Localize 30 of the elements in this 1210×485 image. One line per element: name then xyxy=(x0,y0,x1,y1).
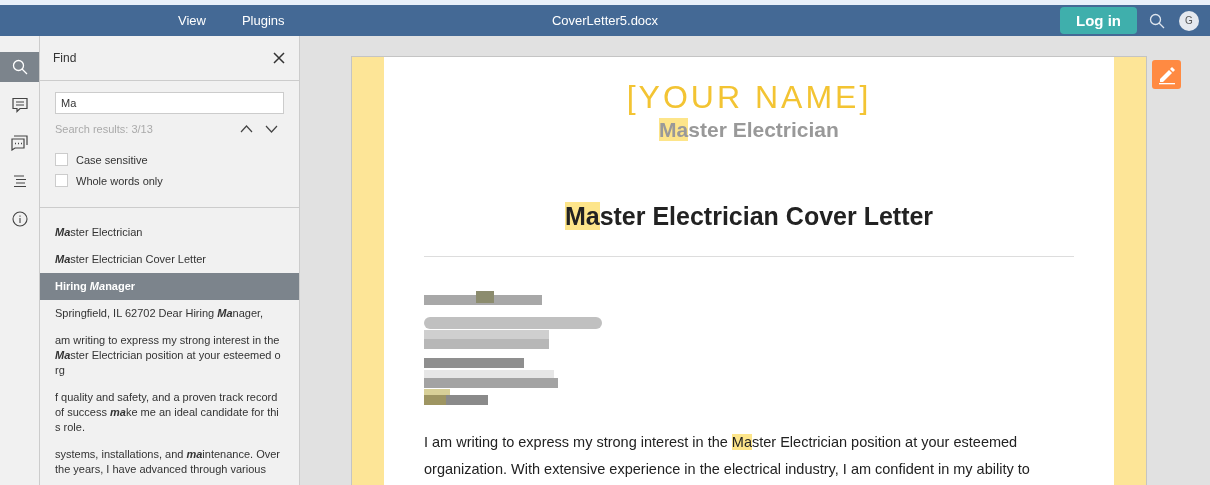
search-result[interactable]: f quality and safety, and a proven track record of success make me an ideal candidate for thi s role. xyxy=(40,384,299,441)
checkbox[interactable] xyxy=(55,174,68,187)
search-result[interactable]: Master Electrician xyxy=(40,219,299,246)
checkbox-label: Case sensitive xyxy=(76,153,148,166)
chat-icon xyxy=(11,135,28,151)
search-icon[interactable] xyxy=(1149,12,1165,29)
menu-item[interactable]: View xyxy=(160,13,224,28)
comment-icon xyxy=(11,97,28,113)
search-field[interactable]: Ma xyxy=(55,92,284,114)
search-result[interactable]: Springfield, IL 62702 Dear Hiring Manager, xyxy=(40,300,299,327)
menu-item[interactable]: Plugins xyxy=(223,13,303,28)
sidebar-tab[interactable] xyxy=(0,52,39,82)
document-heading: Master Electrician Cover Letter xyxy=(424,202,1074,257)
results-count: Search results: 3/13 xyxy=(55,123,154,135)
document-title: CoverLetter5.docx xyxy=(551,13,659,28)
search-result[interactable]: Hiring Manager xyxy=(40,273,299,300)
search-icon xyxy=(11,59,28,75)
checkbox[interactable] xyxy=(55,153,68,166)
search-result[interactable]: am writing to express my strong interest in the Master Electrician position at your esteemed o rg xyxy=(40,327,299,384)
search-result[interactable]: Master Electrician Cover Letter xyxy=(40,246,299,273)
info-icon xyxy=(11,211,28,227)
avatar[interactable]: G xyxy=(1179,10,1199,31)
document-name: [YOUR NAME] xyxy=(625,79,873,115)
body-paragraph: I am writing to express my strong interest in the Master Electrician position at your esteemed organization. With extensive experience in the electrical industry, I am confident in my ability to xyxy=(424,433,1031,479)
close-icon[interactable] xyxy=(273,52,285,64)
panel-title: Find xyxy=(53,51,77,65)
outline-icon xyxy=(12,175,27,187)
edit-icon[interactable] xyxy=(1152,60,1181,89)
checkbox-label: Whole words only xyxy=(76,174,163,187)
search-result[interactable]: systems, installations, and maintenance. Over the years, I have advanced through various xyxy=(40,441,299,483)
